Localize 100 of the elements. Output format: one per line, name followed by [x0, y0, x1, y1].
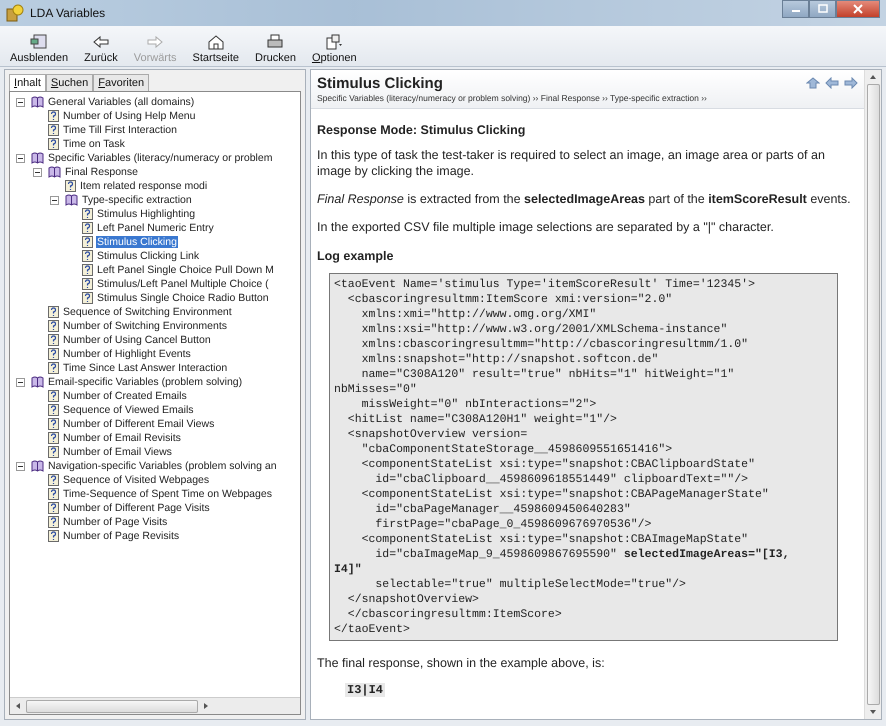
tree-item[interactable]: Navigation-specific Variables (problem solving an: [47, 460, 278, 472]
tree-item[interactable]: Stimulus Clicking: [96, 236, 178, 248]
paragraph: In this type of task the test-taker is required to select an image, an image area or parts of an image by clicking the image.: [317, 147, 826, 179]
tree-item[interactable]: Specific Variables (literacy/numeracy or problem: [47, 152, 274, 164]
help-page-icon: [48, 418, 59, 430]
tree-item[interactable]: General Variables (all domains): [47, 96, 196, 108]
book-icon: [48, 166, 61, 178]
tree-item[interactable]: Number of Different Page Visits: [62, 502, 211, 514]
tree-item[interactable]: Number of Using Cancel Button: [62, 334, 212, 346]
help-page-icon: [82, 250, 93, 262]
help-page-icon: [82, 292, 93, 304]
book-icon: [31, 152, 44, 164]
nav-tab[interactable]: Favoriten: [93, 74, 150, 91]
code-line: xmlns:snapshot="http://snapshot.softcon.de": [360, 352, 660, 367]
code-line: nbMisses="0": [334, 382, 418, 397]
tree-item[interactable]: Left Panel Single Choice Pull Down M: [96, 264, 275, 276]
nav-tab[interactable]: Inhalt: [9, 74, 46, 91]
tree-item[interactable]: Number of Different Email Views: [62, 418, 216, 430]
tree-item[interactable]: Number of Highlight Events: [62, 348, 192, 360]
book-icon: [31, 460, 44, 472]
help-page-icon: [82, 222, 93, 234]
help-page-icon: [48, 516, 59, 528]
collapse-toggle-icon[interactable]: [16, 98, 25, 106]
help-page-icon: [48, 138, 59, 150]
vertical-scrollbar[interactable]: [864, 70, 881, 719]
tree-item[interactable]: Sequence of Switching Environment: [62, 306, 233, 318]
tree-item[interactable]: Number of Switching Environments: [62, 320, 228, 332]
collapse-toggle-icon[interactable]: [16, 378, 25, 386]
tree-item[interactable]: Time Till First Interaction: [62, 124, 178, 136]
help-page-icon: [48, 446, 59, 458]
paragraph: Final Response is extracted from the selectedImageAreas part of the itemScoreResult events.: [317, 191, 851, 207]
section-heading: Log example: [317, 249, 394, 263]
help-page-icon: [48, 306, 59, 318]
code-line: firstPage="cbaPage_0_4598609676970536"/>: [374, 517, 652, 532]
tree-item[interactable]: Left Panel Numeric Entry: [96, 222, 215, 234]
back-arrow-icon[interactable]: [825, 77, 839, 89]
collapse-toggle-icon[interactable]: [33, 168, 42, 176]
hide-button[interactable]: Ausblenden: [4, 34, 74, 64]
help-page-icon: [48, 404, 59, 416]
code-line: xmlns:xsi="http://www.w3.org/2001/XMLSchema-instance": [360, 322, 728, 337]
tree-item[interactable]: Email-specific Variables (problem solving): [47, 376, 244, 388]
breadcrumb: Specific Variables (literacy/numeracy or problem solving) ›› Final Response ›› Type-specific extraction ››: [317, 93, 707, 103]
tree-item[interactable]: Sequence of Viewed Emails: [62, 404, 195, 416]
help-page-icon: [48, 474, 59, 486]
tree-item[interactable]: Final Response: [64, 166, 139, 178]
help-page-icon: [48, 348, 59, 360]
scroll-left-icon[interactable]: [14, 702, 22, 710]
scroll-up-icon[interactable]: [869, 73, 877, 81]
help-page-icon: [48, 502, 59, 514]
code-line: <taoEvent Name='stimulus Type='itemScoreResult' Time='12345'>: [334, 277, 756, 292]
window-title: LDA Variables: [30, 6, 106, 20]
tree-item[interactable]: Stimulus/Left Panel Multiple Choice (: [96, 278, 270, 290]
scroll-down-icon[interactable]: [869, 708, 877, 716]
code-line: <componentStateList xsi:type="snapshot:CBAClipboardState": [360, 457, 756, 472]
tree-item[interactable]: Item related response modi: [79, 180, 208, 192]
code-line: </taoEvent>: [334, 622, 411, 637]
scroll-right-icon[interactable]: [202, 702, 210, 710]
help-page-icon: [82, 264, 93, 276]
tree-item[interactable]: Time-Sequence of Spent Time on Webpages: [62, 488, 273, 500]
code-line: selectable="true" multipleSelectMode="true"/>: [374, 577, 687, 592]
tree-item[interactable]: Number of Email Revisits: [62, 432, 182, 444]
nav-tab[interactable]: Suchen: [46, 74, 94, 91]
home-icon: [206, 34, 225, 50]
tree-item[interactable]: Time on Task: [62, 138, 126, 150]
paragraph: The final response, shown in the example above, is:: [317, 655, 605, 671]
maximize-button[interactable]: [809, 0, 836, 18]
print-button[interactable]: Drucken: [249, 34, 302, 64]
code-line: <cbascoringresultmm:ItemScore xmi:version="2.0": [346, 292, 674, 307]
close-button[interactable]: [836, 0, 880, 18]
help-page-icon: [48, 530, 59, 542]
tree-item[interactable]: Number of Page Visits: [62, 516, 168, 528]
book-icon: [65, 194, 78, 206]
up-arrow-icon[interactable]: [806, 77, 820, 89]
tree-item[interactable]: Type-specific extraction: [81, 194, 193, 206]
tree-item[interactable]: Stimulus Highlighting: [96, 208, 196, 220]
tree-item[interactable]: Number of Created Emails: [62, 390, 188, 402]
collapse-toggle-icon[interactable]: [16, 462, 25, 470]
minimize-button[interactable]: [782, 0, 809, 18]
tree-item[interactable]: Stimulus Single Choice Radio Button: [96, 292, 270, 304]
tree-item[interactable]: Sequence of Visited Webpages: [62, 474, 210, 486]
collapse-toggle-icon[interactable]: [16, 154, 25, 162]
help-page-icon: [48, 320, 59, 332]
code-line: "cbaComponentStateStorage__4598609551651416">: [360, 442, 674, 457]
options-button[interactable]: Optionen: [306, 34, 363, 64]
tree-item[interactable]: Number of Using Help Menu: [62, 110, 196, 122]
help-page-icon: [48, 334, 59, 346]
tree-item[interactable]: Number of Page Revisits: [62, 530, 180, 542]
forward-arrow-icon[interactable]: [844, 77, 858, 89]
code-line: <snapshotOverview version=: [346, 427, 528, 442]
tree-item[interactable]: Time Since Last Answer Interaction: [62, 362, 228, 374]
book-icon: [31, 96, 44, 108]
back-button[interactable]: Zurück: [78, 34, 124, 64]
tree-item[interactable]: Stimulus Clicking Link: [96, 250, 200, 262]
home-button[interactable]: Startseite: [186, 34, 245, 64]
horizontal-scrollbar[interactable]: [10, 697, 300, 714]
collapse-toggle-icon[interactable]: [50, 196, 59, 204]
code-line: </cbascoringresultmm:ItemScore>: [346, 607, 563, 622]
tree-item[interactable]: Number of Email Views: [62, 446, 173, 458]
code-line: <componentStateList xsi:type="snapshot:CBAImageMapState": [360, 532, 750, 547]
help-page-icon: [48, 362, 59, 374]
